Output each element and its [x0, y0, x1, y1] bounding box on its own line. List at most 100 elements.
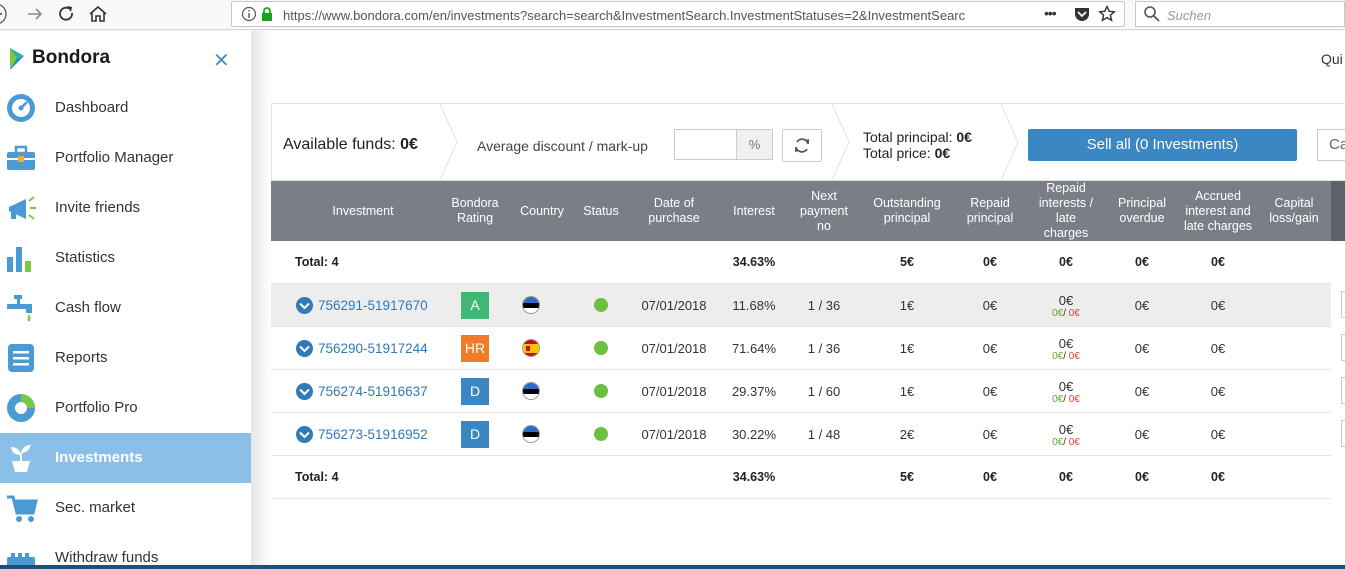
chevron-down-icon[interactable]	[296, 382, 313, 400]
chevron-down-icon[interactable]	[296, 296, 313, 314]
bookmark-star-icon[interactable]	[1098, 5, 1116, 23]
sell-all-button[interactable]: Sell all (0 Investments)	[1028, 129, 1297, 161]
quick-link[interactable]: Qui	[1321, 51, 1343, 67]
col-date[interactable]: Date of purchase	[641, 181, 707, 241]
forward-button[interactable]	[23, 3, 47, 25]
sidebar-item-portfolio-manager[interactable]: Portfolio Manager	[0, 133, 251, 183]
sidebar-item-label: Statistics	[55, 249, 116, 266]
status-cell	[571, 413, 631, 455]
rating-badge: HR	[461, 334, 489, 362]
investment-link[interactable]: 756290-51917244	[296, 327, 428, 369]
sidebar-item-label: Portfolio Pro	[55, 399, 138, 416]
brand-name: Bondora	[32, 47, 111, 68]
accrued-interest: 0€	[1210, 340, 1226, 356]
total-repaid-interests: 0€	[1059, 470, 1073, 484]
sidebar-item-cash-flow[interactable]: Cash flow	[0, 283, 251, 333]
rating-cell: HR	[461, 327, 489, 369]
principal-overdue: 0€	[1134, 340, 1150, 356]
refresh-icon	[795, 138, 809, 153]
country-cell	[513, 370, 549, 412]
repaid-interest-part: 0€	[1052, 437, 1064, 448]
repaid-interest-part: 0€	[1052, 394, 1064, 405]
sidebar-item-portfolio-pro[interactable]: Portfolio Pro	[0, 383, 251, 433]
table-row[interactable]: 756274-51916637 D 07/01/2018 29.37% 1 / …	[271, 370, 1331, 413]
table-row[interactable]: 756290-51917244 HR 07/01/2018 71.64% 1 /…	[271, 327, 1331, 370]
total-principal-value: 0€	[956, 129, 972, 145]
col-principal-overdue[interactable]: Principal overdue	[1109, 181, 1175, 241]
bondora-logo-icon	[10, 48, 24, 70]
back-button[interactable]	[0, 3, 14, 25]
col-accrued[interactable]: Accrued interest and late charges	[1183, 181, 1253, 241]
repaid-principal: 0€	[982, 426, 998, 442]
status-cell	[571, 370, 631, 412]
col-rating[interactable]: Bondora Rating	[451, 181, 498, 241]
home-button[interactable]	[86, 3, 110, 25]
investment-link[interactable]: 756273-51916952	[296, 413, 428, 455]
investment-id[interactable]: 756273-51916952	[318, 427, 428, 442]
sidebar-item-withdraw-funds[interactable]: Withdraw funds	[0, 533, 251, 569]
col-repaid-principal[interactable]: Repaid principal	[957, 181, 1023, 241]
sidebar-item-label: Reports	[55, 349, 108, 366]
col-outstanding[interactable]: Outstanding principal	[867, 181, 947, 241]
accrued-interest: 0€	[1210, 426, 1226, 442]
sidebar-item-label: Investments	[55, 449, 143, 466]
sidebar-item-sec-market[interactable]: Sec. market	[0, 483, 251, 533]
discount-label: Average discount / mark-up	[477, 138, 648, 154]
col-capital-loss[interactable]: Capital loss/gain	[1263, 181, 1325, 241]
available-funds-value: 0€	[400, 136, 418, 153]
accrued-interest: 0€	[1210, 297, 1226, 313]
sidebar-item-statistics[interactable]: Statistics	[0, 233, 251, 283]
total-outstanding: 5€	[900, 255, 914, 269]
row-action-button[interactable]	[1341, 377, 1345, 404]
sidebar-item-label: Sec. market	[55, 499, 136, 516]
info-icon[interactable]	[241, 6, 257, 22]
col-status[interactable]: Status	[571, 181, 631, 241]
chevron-down-icon[interactable]	[296, 339, 313, 357]
url-bar[interactable]: https://www.bondora.com/en/investments?s…	[231, 1, 1125, 27]
sidebar-item-reports[interactable]: Reports	[0, 333, 251, 383]
investment-id[interactable]: 756290-51917244	[318, 341, 428, 356]
investment-id[interactable]: 756291-51917670	[318, 298, 428, 313]
chevron-down-icon[interactable]	[296, 425, 313, 443]
table-row[interactable]: 756273-51916952 D 07/01/2018 30.22% 1 / …	[271, 413, 1331, 456]
col-investment[interactable]: Investment	[271, 181, 455, 241]
reload-icon	[59, 6, 73, 21]
dashboard-icon	[7, 94, 35, 122]
sidebar-item-invite-friends[interactable]: Invite friends	[0, 183, 251, 233]
browser-toolbar: https://www.bondora.com/en/investments?s…	[0, 0, 1345, 30]
pocket-icon[interactable]	[1073, 5, 1091, 23]
flag-ee-icon	[522, 296, 540, 314]
col-interest[interactable]: Interest	[721, 181, 787, 241]
table-header-edge	[1331, 181, 1345, 241]
cancel-button[interactable]: Ca	[1317, 129, 1345, 161]
status-active-icon	[594, 427, 608, 441]
investment-link[interactable]: 756274-51916637	[296, 370, 428, 412]
discount-input[interactable]	[674, 129, 736, 160]
purchase-date: 07/01/2018	[641, 340, 707, 356]
table-total-row: Total: 4 34.63% 5€ 0€ 0€ 0€ 0€	[271, 241, 1331, 284]
row-action-button[interactable]	[1341, 420, 1345, 447]
reload-button[interactable]	[55, 3, 79, 25]
rating-badge: A	[461, 291, 489, 319]
col-next-payment[interactable]: Next payment no	[793, 181, 855, 241]
sidebar-item-investments[interactable]: Investments	[0, 433, 251, 483]
investment-link[interactable]: 756291-51917670	[296, 284, 428, 326]
repaid-interests: 0€ 0€/ 0€	[1033, 284, 1099, 326]
page-actions-icon[interactable]: •••	[1044, 5, 1057, 21]
row-action-button[interactable]	[1341, 334, 1345, 361]
sidebar-item-dashboard[interactable]: Dashboard	[0, 83, 251, 133]
search-bar[interactable]: Suchen	[1135, 1, 1345, 27]
col-repaid-interests[interactable]: Repaid interests / late charges	[1033, 181, 1099, 241]
sidebar-close-icon[interactable]: ✕	[213, 48, 230, 73]
table-row[interactable]: 756291-51917670 A 07/01/2018 11.68% 1 / …	[271, 284, 1331, 327]
sidebar-item-label: Portfolio Manager	[55, 149, 174, 166]
repaid-interest-part: 0€	[1052, 308, 1064, 319]
col-country[interactable]: Country	[513, 181, 571, 241]
refresh-button[interactable]	[782, 129, 822, 162]
total-price-label: Total price:	[863, 145, 935, 161]
row-action-button[interactable]	[1341, 291, 1345, 318]
next-payment: 1 / 60	[807, 383, 841, 399]
investment-id[interactable]: 756274-51916637	[318, 384, 428, 399]
rating-badge: D	[461, 377, 489, 405]
purchase-date: 07/01/2018	[641, 426, 707, 442]
